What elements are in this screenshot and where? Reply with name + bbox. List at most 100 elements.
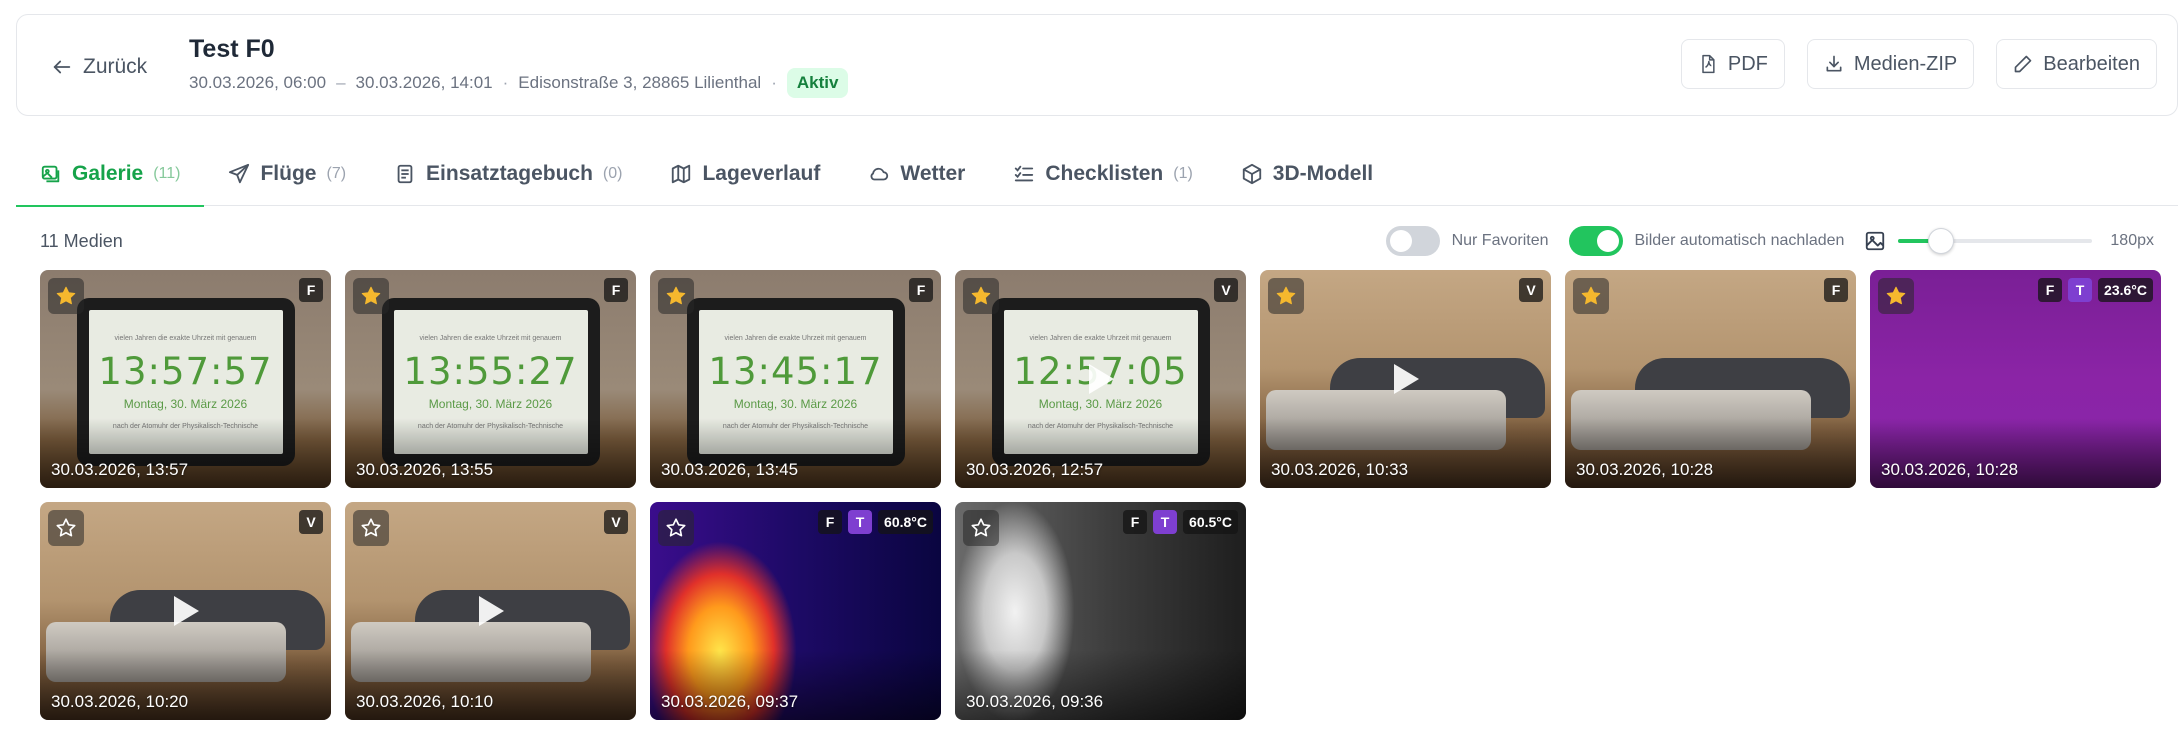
tab-label: Wetter (900, 162, 966, 185)
separator-dot: · (502, 73, 509, 92)
media-timestamp: 30.03.2026, 09:37 (661, 692, 799, 711)
media-timestamp: 30.03.2026, 12:57 (966, 460, 1104, 479)
star-filled-icon (971, 286, 991, 305)
back-button[interactable]: Zurück (51, 53, 147, 81)
tab-count: (0) (602, 165, 623, 182)
autoreload-toggle[interactable] (1568, 226, 1623, 256)
favorite-button[interactable] (1573, 278, 1609, 314)
tab-label: Galerie (72, 162, 144, 185)
media-badges: F (909, 278, 933, 302)
media-zip-label: Medien-ZIP (1853, 52, 1958, 75)
tab-einsatztagebuch[interactable]: Einsatztagebuch (0) (370, 142, 646, 206)
media-count: 11 Medien (40, 230, 123, 251)
play-icon (478, 596, 504, 626)
media-tile[interactable]: F T 60.5°C 30.03.2026, 09:36 (955, 502, 1246, 720)
favorites-toggle[interactable] (1385, 226, 1440, 256)
media-type-badge: V (299, 510, 323, 534)
edit-button[interactable]: Bearbeiten (1996, 39, 2157, 89)
favorite-button[interactable] (48, 278, 84, 314)
send-icon (229, 163, 250, 184)
tab-wetter[interactable]: Wetter (844, 142, 989, 206)
media-tile[interactable]: V 30.03.2026, 10:33 (1260, 270, 1551, 488)
media-timestamp: 30.03.2026, 10:28 (1881, 460, 2019, 479)
tab-label: Flüge (260, 162, 317, 185)
media-timestamp: 30.03.2026, 10:33 (1271, 460, 1409, 479)
media-timestamp: 30.03.2026, 13:45 (661, 460, 799, 479)
favorite-button[interactable] (658, 278, 694, 314)
pdf-file-icon (1702, 54, 1715, 74)
star-outline-icon (361, 518, 381, 537)
autoreload-label: Bilder automatisch nachladen (1634, 232, 1845, 249)
download-icon (1826, 55, 1842, 72)
separator-dot: · (771, 73, 777, 92)
tab-label: Lageverlauf (702, 162, 821, 185)
media-type-badge: F (2038, 278, 2063, 302)
favorite-button[interactable] (658, 510, 694, 546)
thermal-badge: T (848, 510, 873, 534)
star-outline-icon (971, 518, 991, 537)
media-badges: F T 60.8°C (818, 510, 933, 534)
tab-count: (7) (326, 165, 347, 182)
media-timestamp: 30.03.2026, 10:20 (51, 692, 189, 711)
thumbnail-size-label: 180px (2110, 232, 2154, 249)
star-filled-icon (1886, 286, 1906, 305)
thermal-badge: T (2068, 278, 2093, 302)
tab-checklisten[interactable]: Checklisten (1) (989, 142, 1216, 206)
pdf-button[interactable]: PDF (1680, 39, 1785, 89)
tab-bar: Galerie (11) Flüge (7) Einsatztagebuch (… (16, 142, 2178, 207)
media-tile[interactable]: F T 60.8°C 30.03.2026, 09:37 (650, 502, 941, 720)
checklist-icon (1015, 165, 1034, 182)
favorite-button[interactable] (1268, 278, 1304, 314)
favorite-button[interactable] (353, 510, 389, 546)
media-tile[interactable]: F 30.03.2026, 10:28 (1565, 270, 1856, 488)
media-tile[interactable]: vielen Jahren die exakte Uhrzeit mit gen… (955, 270, 1246, 488)
star-filled-icon (361, 286, 381, 305)
media-timestamp: 30.03.2026, 13:55 (356, 460, 494, 479)
media-type-badge: V (1519, 278, 1543, 302)
media-timestamp: 30.03.2026, 10:10 (356, 692, 494, 711)
cube-icon (1242, 163, 1261, 185)
play-icon (1393, 364, 1419, 394)
temperature-badge: 60.8°C (878, 510, 933, 534)
address: Edisonstraße 3, 28865 Lilienthal (518, 73, 762, 92)
media-tile[interactable]: F T 23.6°C 30.03.2026, 10:28 (1870, 270, 2161, 488)
thumbnail-size-slider[interactable] (1898, 226, 2093, 256)
range-dash: – (336, 73, 346, 92)
clock-top-line: vielen Jahren die exakte Uhrzeit mit gen… (1029, 334, 1172, 342)
favorite-button[interactable] (963, 278, 999, 314)
tab-fluege[interactable]: Flüge (7) (204, 142, 370, 206)
star-filled-icon (1276, 286, 1296, 305)
media-type-badge: F (909, 278, 933, 302)
slider-thumb[interactable] (1928, 228, 1955, 254)
media-tile[interactable]: V 30.03.2026, 10:10 (345, 502, 636, 720)
tab-galerie[interactable]: Galerie (11) (16, 142, 205, 207)
media-tile[interactable]: vielen Jahren die exakte Uhrzeit mit gen… (650, 270, 941, 488)
image-icon (41, 165, 60, 183)
media-type-badge: F (818, 510, 843, 534)
media-tile[interactable]: vielen Jahren die exakte Uhrzeit mit gen… (40, 270, 331, 488)
favorite-button[interactable] (963, 510, 999, 546)
media-badges: V (1214, 278, 1238, 302)
play-icon (173, 596, 199, 626)
media-badges: F (604, 278, 628, 302)
page-title: Test F0 (189, 35, 275, 63)
play-icon (1088, 364, 1114, 394)
tab-lageverlauf[interactable]: Lageverlauf (646, 142, 844, 206)
tab-3d-modell[interactable]: 3D-Modell (1217, 142, 1397, 206)
media-type-badge: F (1824, 278, 1848, 302)
media-tile[interactable]: V 30.03.2026, 10:20 (40, 502, 331, 720)
temperature-badge: 23.6°C (2098, 278, 2153, 302)
arrow-left-icon (53, 60, 71, 74)
star-filled-icon (666, 286, 686, 305)
media-zip-button[interactable]: Medien-ZIP (1806, 39, 1975, 89)
media-badges: V (299, 510, 323, 534)
media-timestamp: 30.03.2026, 10:28 (1576, 460, 1714, 479)
toggle-knob (1389, 230, 1412, 252)
favorites-label: Nur Favoriten (1451, 232, 1549, 249)
favorite-button[interactable] (1878, 278, 1914, 314)
gallery-toolbar: 11 Medien Nur Favoriten Bilder automatis… (40, 222, 2154, 260)
media-badges: V (1519, 278, 1543, 302)
favorite-button[interactable] (48, 510, 84, 546)
media-tile[interactable]: vielen Jahren die exakte Uhrzeit mit gen… (345, 270, 636, 488)
favorite-button[interactable] (353, 278, 389, 314)
